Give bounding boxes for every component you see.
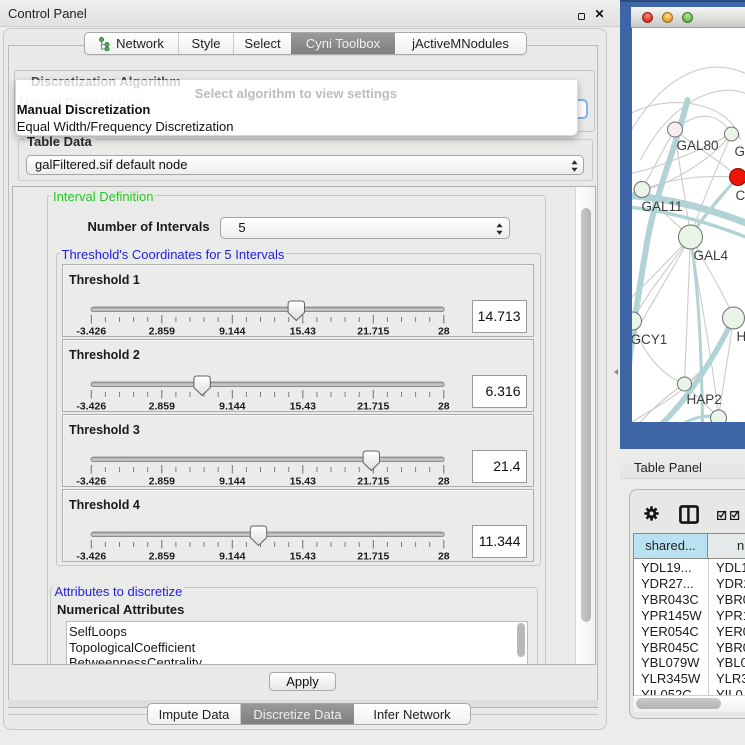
svg-text:21.715: 21.715: [357, 476, 389, 487]
svg-text:15.43: 15.43: [290, 476, 316, 487]
svg-text:2.859: 2.859: [149, 326, 175, 337]
svg-text:2.859: 2.859: [149, 476, 175, 487]
svg-text:C: C: [735, 188, 745, 203]
svg-text:15.43: 15.43: [290, 551, 316, 562]
svg-text:GA: GA: [734, 144, 745, 159]
svg-text:2.859: 2.859: [149, 401, 175, 412]
svg-text:GCY1: GCY1: [632, 332, 667, 347]
svg-text:-3.426: -3.426: [76, 326, 106, 337]
svg-text:HAP2: HAP2: [686, 392, 721, 407]
svg-text:H: H: [736, 329, 745, 344]
svg-text:9.144: 9.144: [219, 326, 245, 337]
svg-text:GAL4: GAL4: [693, 248, 728, 263]
svg-text:-3.426: -3.426: [76, 551, 106, 562]
svg-text:GAL11: GAL11: [641, 199, 682, 214]
svg-text:28: 28: [438, 551, 450, 562]
svg-text:28: 28: [438, 401, 450, 412]
svg-text:28: 28: [438, 326, 450, 337]
svg-text:15.43: 15.43: [290, 401, 316, 412]
svg-text:21.715: 21.715: [357, 551, 389, 562]
svg-text:28: 28: [438, 476, 450, 487]
svg-text:-3.426: -3.426: [76, 476, 106, 487]
svg-text:21.715: 21.715: [357, 326, 389, 337]
svg-text:GAL80: GAL80: [676, 138, 718, 153]
svg-text:2.859: 2.859: [149, 551, 175, 562]
svg-text:15.43: 15.43: [290, 326, 316, 337]
svg-text:21.715: 21.715: [357, 401, 389, 412]
svg-text:-3.426: -3.426: [76, 401, 106, 412]
svg-text:9.144: 9.144: [219, 551, 245, 562]
svg-text:9.144: 9.144: [219, 401, 245, 412]
svg-text:9.144: 9.144: [219, 476, 245, 487]
